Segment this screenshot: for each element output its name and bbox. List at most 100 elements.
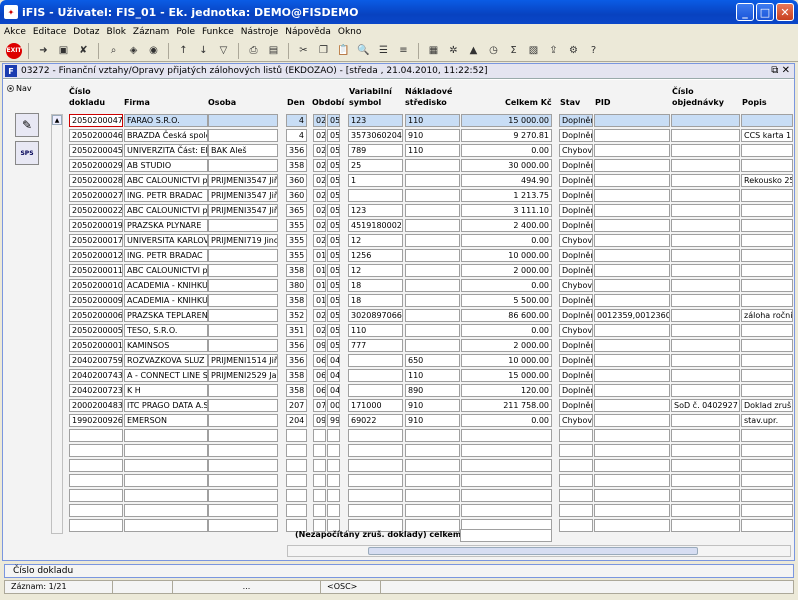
cell-pid[interactable] xyxy=(594,279,670,292)
cell-vs[interactable]: 69022 xyxy=(348,414,403,427)
cell-pid[interactable] xyxy=(594,174,670,187)
cell-ns[interactable] xyxy=(405,204,460,217)
cell-y[interactable]: 04 xyxy=(327,369,340,382)
cell-osoba[interactable] xyxy=(208,384,278,397)
cell-popis[interactable] xyxy=(741,429,793,442)
cell-popis[interactable] xyxy=(741,144,793,157)
cell-vs[interactable]: 123 xyxy=(348,114,403,127)
cell-stav[interactable]: Doplněn xyxy=(559,159,593,172)
table-row[interactable]: 2050200028 ABC CALOUNICTVI pi PRIJMENI3547… xyxy=(3,174,794,189)
menu-item-7[interactable]: Nástroje xyxy=(241,27,279,37)
cell-ns[interactable] xyxy=(405,444,460,457)
scroll-thumb[interactable] xyxy=(368,547,698,555)
cell-doklad[interactable]: 2050200019 xyxy=(69,219,123,232)
table-row[interactable] xyxy=(3,504,794,519)
list-icon[interactable]: ☰ xyxy=(375,42,392,59)
cell-stav[interactable] xyxy=(559,444,593,457)
cell-obj[interactable] xyxy=(671,309,740,322)
cell-celkem[interactable]: 120.00 xyxy=(461,384,552,397)
cell-osoba[interactable] xyxy=(208,114,278,127)
settings-icon[interactable]: ⚙ xyxy=(565,42,582,59)
cell-osoba[interactable]: PRIJMENI2529 Jan xyxy=(208,369,278,382)
print-icon[interactable]: ⎙ xyxy=(245,42,262,59)
cell-vs[interactable]: 1 xyxy=(348,174,403,187)
cell-osoba[interactable] xyxy=(208,519,278,532)
cell-pid[interactable] xyxy=(594,144,670,157)
cell-popis[interactable] xyxy=(741,159,793,172)
cell-vs[interactable]: 4519180002 xyxy=(348,219,403,232)
cell-m[interactable]: 09 xyxy=(313,339,326,352)
cell-m[interactable]: 09 xyxy=(313,414,326,427)
cell-ns[interactable] xyxy=(405,504,460,517)
cell-vs[interactable] xyxy=(348,189,403,202)
cell-vs[interactable]: 18 xyxy=(348,279,403,292)
cell-den[interactable]: 356 xyxy=(286,354,307,367)
table-row[interactable]: 2050200005 TESO, S.R.O. 351 02 05 110 0.00 Chyb… xyxy=(3,324,794,339)
cell-pid[interactable] xyxy=(594,294,670,307)
cell-stav[interactable]: Chybový xyxy=(559,324,593,337)
cell-ns[interactable] xyxy=(405,219,460,232)
maximize-button[interactable]: □ xyxy=(756,3,774,21)
cell-m[interactable]: 02 xyxy=(313,144,326,157)
cell-stav[interactable] xyxy=(559,504,593,517)
cell-firma[interactable] xyxy=(124,504,208,517)
cell-pid[interactable] xyxy=(594,189,670,202)
cell-stav[interactable]: Doplněn xyxy=(559,384,593,397)
cell-stav[interactable]: Doplněn xyxy=(559,399,593,412)
cell-obj[interactable] xyxy=(671,264,740,277)
cell-vs[interactable] xyxy=(348,384,403,397)
cell-celkem[interactable] xyxy=(461,474,552,487)
cell-firma[interactable] xyxy=(124,519,208,532)
cell-obj[interactable]: SoD č. 0402927 xyxy=(671,399,740,412)
cell-doklad[interactable]: 2050200006 xyxy=(69,309,123,322)
cell-y[interactable]: 05 xyxy=(327,309,340,322)
cell-stav[interactable]: Doplněn xyxy=(559,189,593,202)
cell-osoba[interactable] xyxy=(208,279,278,292)
cell-popis[interactable] xyxy=(741,369,793,382)
cell-obj[interactable] xyxy=(671,429,740,442)
cell-osoba[interactable] xyxy=(208,249,278,262)
cell-ns[interactable]: 890 xyxy=(405,384,460,397)
cell-den[interactable]: 380 xyxy=(286,279,307,292)
cell-obj[interactable] xyxy=(671,444,740,457)
cell-osoba[interactable] xyxy=(208,414,278,427)
cell-vs[interactable]: 110 xyxy=(348,324,403,337)
cell-m[interactable]: 02 xyxy=(313,219,326,232)
cell-osoba[interactable] xyxy=(208,489,278,502)
cell-obj[interactable] xyxy=(671,294,740,307)
cell-firma[interactable]: ABC CALOUNICTVI pi xyxy=(124,264,208,277)
menu-item-2[interactable]: Dotaz xyxy=(73,27,99,37)
cell-osoba[interactable] xyxy=(208,159,278,172)
insert-record-icon[interactable]: ▣ xyxy=(55,42,72,59)
cell-m[interactable]: 06 xyxy=(313,354,326,367)
cell-doklad[interactable] xyxy=(69,474,123,487)
cell-obj[interactable] xyxy=(671,204,740,217)
cell-obj[interactable] xyxy=(671,174,740,187)
cell-y[interactable]: 05 xyxy=(327,294,340,307)
cell-osoba[interactable] xyxy=(208,339,278,352)
cell-y[interactable] xyxy=(327,459,340,472)
table-row[interactable]: 2050200009 ACADEMIA - KNIHKUI 358 01 05 18 5 5… xyxy=(3,294,794,309)
table-row[interactable]: 2040200743 A - CONNECT LINE SF PRIJMENI252… xyxy=(3,369,794,384)
cell-doklad[interactable] xyxy=(69,504,123,517)
cell-popis[interactable] xyxy=(741,324,793,337)
cell-pid[interactable] xyxy=(594,489,670,502)
cell-celkem[interactable]: 1 213.75 xyxy=(461,189,552,202)
cell-y[interactable] xyxy=(327,504,340,517)
cell-osoba[interactable]: PRIJMENI1514 Jiří xyxy=(208,354,278,367)
cell-firma[interactable]: AB STUDIO xyxy=(124,159,208,172)
cell-osoba[interactable] xyxy=(208,444,278,457)
cell-popis[interactable] xyxy=(741,234,793,247)
cell-ns[interactable] xyxy=(405,309,460,322)
cell-m[interactable]: 02 xyxy=(313,159,326,172)
cell-m[interactable]: 01 xyxy=(313,279,326,292)
cell-obj[interactable] xyxy=(671,129,740,142)
cell-firma[interactable]: ITC PRAGO DATA A.S xyxy=(124,399,208,412)
cell-doklad[interactable]: 2050200047 xyxy=(69,114,123,127)
cell-obj[interactable] xyxy=(671,114,740,127)
cell-obj[interactable] xyxy=(671,519,740,532)
menu-item-0[interactable]: Akce xyxy=(4,27,26,37)
cell-ns[interactable] xyxy=(405,294,460,307)
cell-vs[interactable] xyxy=(348,489,403,502)
cell-pid[interactable] xyxy=(594,204,670,217)
